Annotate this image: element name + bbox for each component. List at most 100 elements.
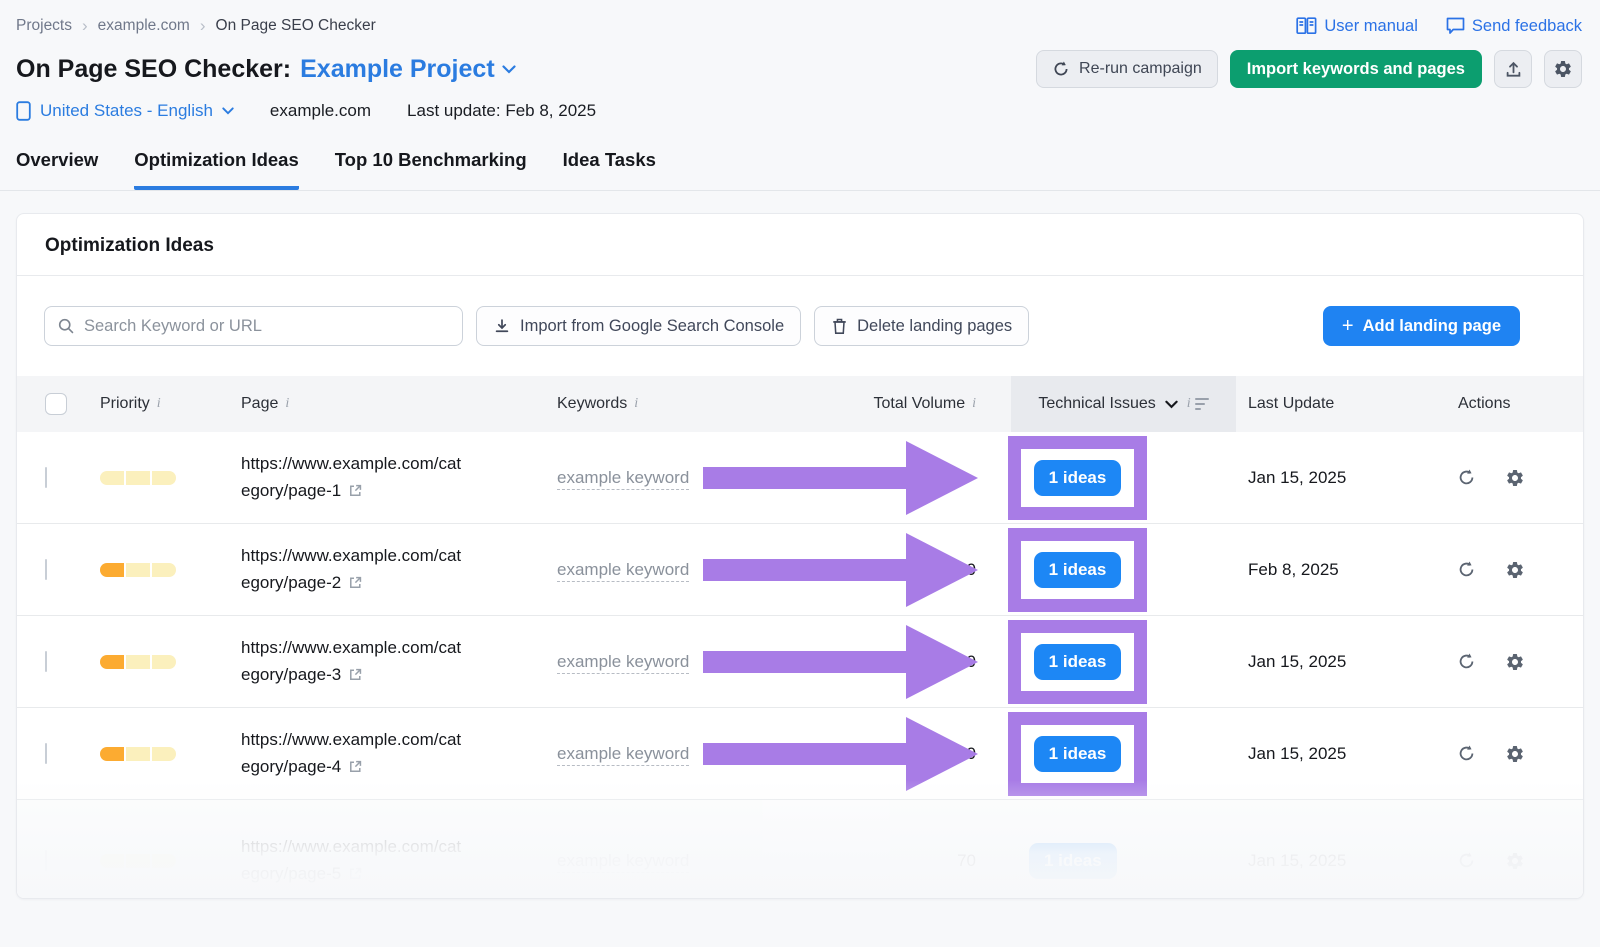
book-icon bbox=[1296, 17, 1317, 35]
col-last-update[interactable]: Last Update bbox=[1236, 395, 1450, 413]
tab-top10-benchmarking[interactable]: Top 10 Benchmarking bbox=[335, 149, 527, 190]
priority-bar bbox=[100, 747, 241, 761]
gear-row-icon[interactable] bbox=[1505, 851, 1525, 871]
chevron-down-icon bbox=[502, 65, 516, 74]
priority-bar bbox=[100, 655, 241, 669]
refresh-row-icon[interactable] bbox=[1457, 652, 1476, 672]
col-total-volume[interactable]: Total Volume i bbox=[837, 395, 976, 413]
row-checkbox[interactable] bbox=[45, 651, 47, 672]
ideas-button[interactable]: 1 ideas bbox=[1034, 460, 1122, 496]
keyword-link[interactable]: example keyword bbox=[557, 468, 689, 490]
ideas-button[interactable]: 1 ideas bbox=[1034, 644, 1122, 680]
chevron-right-icon: › bbox=[200, 16, 206, 36]
col-last-update-label: Last Update bbox=[1248, 395, 1334, 413]
refresh-row-icon[interactable] bbox=[1457, 851, 1476, 871]
page-url: https://www.example.com/cat egory/page-3 bbox=[241, 635, 557, 688]
project-domain: example.com bbox=[270, 101, 371, 121]
keyword-link[interactable]: example keyword bbox=[557, 851, 689, 873]
page-url-line2: egory/page-3 bbox=[241, 662, 341, 688]
row-checkbox[interactable] bbox=[45, 467, 47, 488]
external-link-icon[interactable] bbox=[348, 866, 363, 881]
row-checkbox[interactable] bbox=[45, 743, 47, 764]
total-volume-value: 70 bbox=[837, 851, 976, 871]
chat-bubble-icon bbox=[1446, 17, 1465, 35]
external-link-icon[interactable] bbox=[348, 759, 363, 774]
annotation-highlight-box: 1 ideas bbox=[1008, 620, 1147, 704]
keyword-link[interactable]: example keyword bbox=[557, 560, 689, 582]
select-all-checkbox[interactable] bbox=[45, 393, 67, 415]
annotation-highlight-box: 1 ideas bbox=[1008, 436, 1147, 520]
tab-bar: Overview Optimization Ideas Top 10 Bench… bbox=[0, 121, 1600, 191]
col-page[interactable]: Page i bbox=[241, 395, 557, 413]
download-icon bbox=[493, 317, 511, 335]
table-row: https://www.example.com/cat egory/page-3… bbox=[17, 616, 1583, 708]
breadcrumb-projects[interactable]: Projects bbox=[16, 17, 72, 35]
locale-selector[interactable]: United States - English bbox=[16, 101, 234, 121]
user-manual-label: User manual bbox=[1324, 17, 1418, 36]
top-links: User manual Send feedback bbox=[1296, 17, 1582, 36]
panel-toolbar: Import from Google Search Console Delete… bbox=[17, 276, 1583, 376]
refresh-row-icon[interactable] bbox=[1457, 560, 1476, 580]
total-volume-value: 20 bbox=[837, 744, 976, 764]
sort-descending-icon[interactable]: i bbox=[1187, 396, 1209, 412]
row-checkbox[interactable] bbox=[45, 559, 47, 580]
last-update-text: Last update: Feb 8, 2025 bbox=[407, 101, 596, 121]
breadcrumb-current: On Page SEO Checker bbox=[216, 17, 376, 35]
total-volume-value: 20 bbox=[837, 652, 976, 672]
send-feedback-link[interactable]: Send feedback bbox=[1446, 17, 1582, 36]
page-title: On Page SEO Checker: Example Project bbox=[16, 55, 516, 84]
col-keywords[interactable]: Keywords i bbox=[557, 395, 837, 413]
info-icon[interactable]: i bbox=[285, 396, 289, 412]
col-technical-issues[interactable]: Technical Issues i bbox=[1011, 376, 1236, 432]
delete-landing-pages-button[interactable]: Delete landing pages bbox=[814, 306, 1029, 346]
import-gsc-button[interactable]: Import from Google Search Console bbox=[476, 306, 801, 346]
page-url-line2: egory/page-1 bbox=[241, 478, 341, 504]
page-url-line2: egory/page-5 bbox=[241, 861, 341, 887]
page-url-line1: https://www.example.com/cat bbox=[241, 635, 557, 661]
refresh-row-icon[interactable] bbox=[1457, 468, 1476, 488]
last-update-value: Feb 8, 2025 bbox=[1236, 560, 1450, 580]
col-priority[interactable]: Priority i bbox=[100, 395, 241, 413]
row-checkbox[interactable] bbox=[45, 850, 47, 871]
export-button[interactable] bbox=[1494, 50, 1532, 88]
user-manual-link[interactable]: User manual bbox=[1296, 17, 1418, 36]
project-selector[interactable]: Example Project bbox=[300, 55, 516, 84]
import-keywords-button[interactable]: Import keywords and pages bbox=[1230, 50, 1482, 88]
keyword-link[interactable]: example keyword bbox=[557, 652, 689, 674]
page-url: https://www.example.com/cat egory/page-4 bbox=[241, 727, 557, 780]
breadcrumb-domain[interactable]: example.com bbox=[98, 17, 190, 35]
refresh-row-icon[interactable] bbox=[1457, 744, 1476, 764]
annotation-highlight-box: 1 ideas bbox=[1008, 528, 1147, 612]
ideas-button[interactable]: 1 ideas bbox=[1034, 552, 1122, 588]
tab-idea-tasks[interactable]: Idea Tasks bbox=[563, 149, 656, 190]
gear-row-icon[interactable] bbox=[1505, 744, 1525, 764]
gear-row-icon[interactable] bbox=[1505, 560, 1525, 580]
page-url-line1: https://www.example.com/cat bbox=[241, 543, 557, 569]
external-link-icon[interactable] bbox=[348, 667, 363, 682]
keyword-link[interactable]: example keyword bbox=[557, 744, 689, 766]
priority-bar bbox=[100, 854, 241, 868]
table-header: Priority i Page i Keywords i Total Volum… bbox=[17, 376, 1583, 432]
external-link-icon[interactable] bbox=[348, 575, 363, 590]
ideas-button[interactable]: 1 ideas bbox=[1029, 843, 1117, 879]
tab-overview[interactable]: Overview bbox=[16, 149, 98, 190]
rerun-campaign-label: Re-run campaign bbox=[1079, 60, 1202, 78]
add-landing-page-button[interactable]: + Add landing page bbox=[1323, 306, 1520, 346]
gear-row-icon[interactable] bbox=[1505, 652, 1525, 672]
tab-optimization-ideas[interactable]: Optimization Ideas bbox=[134, 149, 298, 190]
info-icon[interactable]: i bbox=[157, 396, 161, 412]
external-link-icon[interactable] bbox=[348, 483, 363, 498]
ideas-button[interactable]: 1 ideas bbox=[1034, 736, 1122, 772]
refresh-icon bbox=[1052, 60, 1070, 78]
page-url: https://www.example.com/cat egory/page-1 bbox=[241, 451, 557, 504]
gear-row-icon[interactable] bbox=[1505, 468, 1525, 488]
settings-button[interactable] bbox=[1544, 50, 1582, 88]
rerun-campaign-button[interactable]: Re-run campaign bbox=[1036, 50, 1218, 88]
page-url: https://www.example.com/cat egory/page-5 bbox=[241, 834, 557, 887]
page-url-line1: https://www.example.com/cat bbox=[241, 451, 557, 477]
priority-bar bbox=[100, 563, 241, 577]
table-row: https://www.example.com/cat egory/page-1… bbox=[17, 432, 1583, 524]
search-input[interactable] bbox=[84, 317, 450, 336]
title-row: On Page SEO Checker: Example Project Re-… bbox=[0, 36, 1600, 88]
info-icon[interactable]: i bbox=[634, 396, 638, 412]
